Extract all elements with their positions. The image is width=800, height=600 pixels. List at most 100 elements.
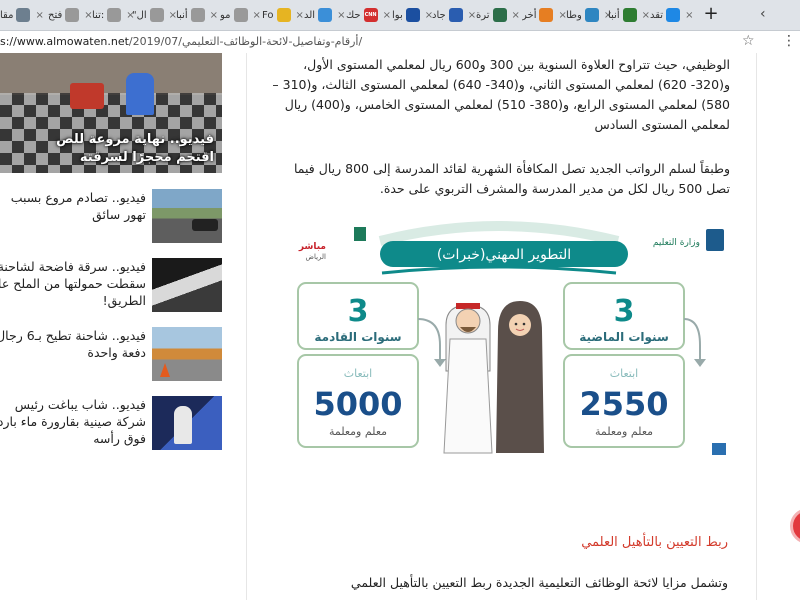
tab-favicon-icon [276,8,291,22]
left-count-label: ابتعاث [344,367,372,380]
browser-tab[interactable]: "ال × [132,3,177,27]
news-item[interactable]: فيديو.. سرقة فاضحة لشاحنة سقطت حمولتها م… [0,258,222,314]
channel-logo-bg [296,227,330,241]
news-item[interactable]: فيديو.. شاحنة تطيح بـ6 رجال دفعة واحدة [0,327,222,383]
tab-favicon-icon [65,8,80,22]
browser-tab[interactable]: مو × [220,3,261,27]
tab-label: مو [220,9,231,21]
tab-favicon-icon: CNN [363,8,378,22]
news-item[interactable]: فيديو.. تصادم مروع بسبب تهور سائق [0,189,222,245]
tab-favicon-icon [318,8,333,22]
news-title[interactable]: فيديو.. شاحنة تطيح بـ6 رجال دفعة واحدة [0,327,146,361]
featured-image-chair [70,83,104,109]
tab-favicon-icon [584,8,599,22]
news-title[interactable]: فيديو.. سرقة فاضحة لشاحنة سقطت حمولتها م… [0,258,146,309]
tab-label: أخر [522,9,537,21]
tab-favicon-icon [16,8,31,22]
browser-menu-icon[interactable]: ⋮ [782,33,796,49]
related-news-sidebar: فيديو.. نهاية مروعة للص اقتحم محجرًا لسر… [0,53,245,600]
tab-label: جاد [432,9,446,21]
left-arrow [417,318,441,361]
browser-tab[interactable]: الد × [304,3,345,27]
tab-favicon-icon [492,8,507,22]
tab-list-chevron-icon[interactable]: ‹ [760,6,766,22]
left-arrowhead [434,359,446,367]
news-thumbnail[interactable] [152,189,222,243]
corner-logo-icon [712,443,726,455]
news-title[interactable]: فيديو.. شاب يباغت رئيس شركة صينية بقارور… [0,396,146,447]
bookmark-star-icon[interactable]: ☆ [742,33,755,49]
browser-tab[interactable]: جاد × [432,3,476,27]
tab-close-icon[interactable]: × [642,10,650,21]
new-tab-button[interactable]: + [702,5,720,23]
featured-news-card[interactable]: فيديو.. نهاية مروعة للص اقتحم محجرًا لسر… [0,53,222,173]
browser-tab[interactable]: حك CNN × [346,3,391,27]
tab-close-icon[interactable]: × [468,10,476,21]
news-thumbnail[interactable] [152,327,222,381]
woman-figure-icon [496,301,544,453]
infographic-image: وزارة التعليم مباشر الرياض التطوير المهن… [270,221,728,457]
browser-tab[interactable]: ترة × [476,3,520,27]
right-count-label: ابتعاث [610,367,638,380]
deco-arc [378,221,620,246]
ministry-label: وزارة التعليم [653,238,700,248]
browser-tab[interactable]: مقا × [0,3,44,27]
tab-close-icon[interactable]: × [253,10,261,21]
tab-close-icon[interactable]: × [512,10,520,21]
tab-label: تقد [650,9,664,21]
right-count-sub: معلم ومعلمة [595,425,653,438]
tab-favicon-icon [233,8,248,22]
browser-tab[interactable]: تنا: × [92,3,135,27]
thumb-figure [174,406,192,444]
tab-close-icon[interactable]: × [296,10,304,21]
tab-close-icon[interactable]: × [35,10,43,21]
thumb-car [192,219,218,231]
tab-label: أنبا [176,9,188,21]
tab-close-icon[interactable]: × [383,10,391,21]
article-paragraph: وتشمل مزايا لائحة الوظائف التعليمية الجد… [350,575,728,590]
browser-tab-strip: + ‹ مقا × فتح × تنا: × "ال × أنبا × مو × Fo × الد × حك CN… [0,0,800,31]
tab-label: فتح [48,9,63,21]
tab-label: وطا [566,9,582,21]
content-right-border [756,53,757,600]
browser-tab[interactable]: تقد × [650,3,693,27]
browser-tab[interactable]: أنبا × [176,3,218,27]
news-item[interactable]: فيديو.. شاب يباغت رئيس شركة صينية بقارور… [0,396,222,452]
left-count-sub: معلم ومعلمة [329,425,387,438]
tab-label: الد [304,9,316,21]
address-bar[interactable]: s://www.almowaten.net/2019/07/أرقام-وتفا… [0,31,800,54]
browser-tab[interactable]: وطا × [566,3,612,27]
tab-favicon-icon [190,8,205,22]
news-thumbnail[interactable] [152,258,222,312]
news-title[interactable]: فيديو.. تصادم مروع بسبب تهور سائق [0,189,146,223]
tab-label: تنا: [92,9,105,21]
infographic-svg: وزارة التعليم مباشر الرياض التطوير المهن… [296,221,726,455]
news-thumbnail[interactable] [152,396,222,450]
channel-emblem-icon [354,227,366,241]
browser-tab[interactable]: أخر × [522,3,567,27]
featured-news-caption[interactable]: فيديو.. نهاية مروعة للص اقتحم محجرًا لسر… [14,131,214,167]
browser-tab[interactable]: Fo × [262,3,304,27]
browser-tab[interactable]: أنبا × [608,3,650,27]
right-arrowhead [694,359,706,367]
browser-tab[interactable]: بوا × [392,3,433,27]
right-arrow [683,318,701,361]
tab-favicon-icon [405,8,420,22]
browser-tab[interactable]: فتح × [48,3,93,27]
tab-close-icon[interactable]: × [337,10,345,21]
tab-favicon-icon [149,8,164,22]
channel-live-label: مباشر [298,242,326,252]
floating-action-button[interactable] [790,508,800,544]
tab-close-icon[interactable]: × [685,10,693,21]
article-paragraph: وطبقاً لسلم الرواتب الجديد تصل المكافأة … [293,161,730,196]
tab-label: مقا [0,9,14,21]
thumb-cone [160,363,170,377]
tab-label: أنبا [608,9,620,21]
column-divider [246,53,247,600]
tab-close-icon[interactable]: × [210,10,218,21]
tab-label: Fo [262,9,274,21]
right-count-value: 2550 [579,385,668,423]
tab-favicon-icon [448,8,463,22]
right-years-number: 3 [614,294,635,329]
url-text[interactable]: s://www.almowaten.net/2019/07/أرقام-وتفا… [0,35,362,48]
